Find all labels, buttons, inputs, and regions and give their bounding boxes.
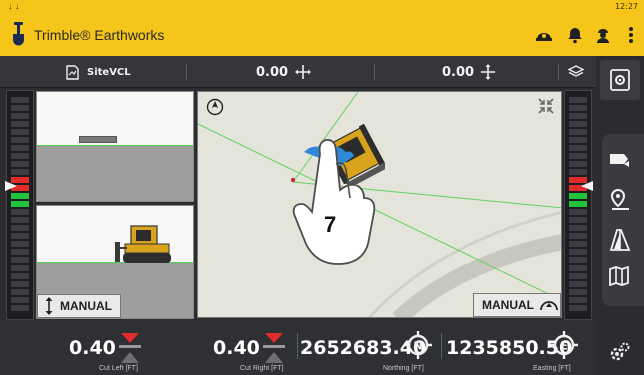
download-indicator-icon: ↓ ↓ bbox=[8, 1, 20, 11]
divider bbox=[441, 333, 442, 359]
app-bar: Trimble® Earthworks bbox=[0, 14, 644, 56]
north-compass-icon[interactable] bbox=[206, 98, 224, 116]
divider bbox=[186, 64, 187, 80]
lightbar-on-grade-segment bbox=[569, 201, 587, 207]
app-title: Trimble® Earthworks bbox=[34, 27, 165, 43]
design-selector[interactable]: SiteVCL bbox=[66, 56, 131, 88]
gesture-count: 7 bbox=[324, 212, 336, 237]
road-icon bbox=[609, 229, 631, 251]
cross-slope-value: 0.00 bbox=[256, 64, 289, 80]
view-toggle-button[interactable] bbox=[600, 140, 640, 180]
cut-left-value: 0.40 bbox=[69, 337, 116, 359]
overflow-menu-icon[interactable] bbox=[622, 26, 640, 44]
lightbar-on-grade-segment bbox=[11, 201, 29, 207]
layers-button[interactable] bbox=[568, 56, 584, 88]
helmet-icon[interactable] bbox=[535, 26, 553, 44]
divider bbox=[374, 64, 375, 80]
readout-bar: 0.40 Cut Left [FT] 0.40 Cut Right [FT] 2… bbox=[0, 320, 596, 375]
plan-view-mode-label: MANUAL bbox=[482, 298, 534, 312]
lightbar-on-grade-segment bbox=[11, 193, 29, 199]
cut-right-indicator-icon bbox=[263, 333, 285, 363]
settings-panel-button[interactable] bbox=[600, 60, 640, 100]
lightbar-pointer-icon bbox=[5, 181, 17, 191]
cut-right-label: Cut Right [FT] bbox=[240, 365, 284, 372]
cut-left-indicator-icon bbox=[119, 333, 141, 363]
view-toggle-icon bbox=[610, 154, 629, 167]
operator-icon[interactable] bbox=[594, 26, 612, 44]
clock: 12:27 bbox=[614, 2, 638, 11]
cross-slope-readout[interactable]: 0.00 bbox=[256, 56, 312, 88]
right-tool-rail bbox=[596, 56, 644, 375]
point-nav-button[interactable] bbox=[600, 180, 640, 220]
bell-icon[interactable] bbox=[566, 26, 584, 44]
northing-label: Northing [FT] bbox=[383, 365, 424, 372]
main-fall-icon bbox=[481, 64, 496, 80]
design-file-icon bbox=[66, 64, 79, 80]
easting-badge: E bbox=[560, 340, 568, 353]
collapse-view-icon[interactable] bbox=[538, 98, 554, 114]
plan-view-map[interactable]: 7 MANUAL bbox=[197, 91, 562, 318]
northing-compass-icon: N bbox=[404, 331, 432, 359]
left-guidance-lightbar bbox=[5, 90, 34, 320]
easting-label: Easting [FT] bbox=[533, 365, 571, 372]
lightbar-on-grade-segment bbox=[569, 193, 587, 199]
hand-gesture-icon: 7 bbox=[292, 139, 376, 265]
map-button[interactable] bbox=[600, 256, 640, 296]
right-guidance-lightbar bbox=[564, 90, 593, 320]
system-status-bar: ↓ ↓ 12:27 bbox=[0, 0, 644, 14]
point-nav-icon bbox=[610, 188, 629, 210]
design-name: SiteVCL bbox=[87, 66, 131, 78]
profile-view[interactable] bbox=[36, 91, 194, 202]
road-button[interactable] bbox=[600, 220, 640, 260]
side-view-mode-badge[interactable]: MANUAL bbox=[37, 294, 121, 318]
map-icon bbox=[609, 266, 629, 286]
trimble-shovel-logo-icon bbox=[13, 22, 24, 46]
cross-section-view[interactable]: MANUAL bbox=[36, 205, 194, 319]
layers-icon bbox=[568, 65, 584, 77]
divider bbox=[558, 64, 559, 80]
divider bbox=[297, 333, 298, 359]
vertical-arrows-icon bbox=[45, 297, 53, 315]
main-fall-readout[interactable]: 0.00 bbox=[442, 56, 496, 88]
cross-slope-icon bbox=[295, 65, 312, 79]
machine-settings-icon bbox=[610, 342, 630, 361]
cut-right-value: 0.40 bbox=[213, 337, 260, 359]
settings-panel-icon bbox=[610, 69, 630, 91]
northing-badge: N bbox=[413, 340, 422, 353]
lightbar-pointer-icon bbox=[581, 181, 593, 191]
cut-left-label: Cut Left [FT] bbox=[99, 365, 138, 372]
easting-compass-icon: E bbox=[550, 331, 578, 359]
main-fall-value: 0.00 bbox=[442, 64, 475, 80]
machine-settings-button[interactable] bbox=[600, 332, 640, 372]
ground-profile bbox=[37, 145, 193, 201]
side-view-mode-label: MANUAL bbox=[60, 299, 112, 313]
info-bar: SiteVCL 0.00 0.00 bbox=[0, 56, 596, 88]
dozer-side-icon bbox=[115, 225, 171, 263]
plan-view-mode-badge[interactable]: MANUAL bbox=[473, 293, 561, 317]
auto-mode-icon bbox=[540, 301, 558, 311]
blade-profile-marker bbox=[79, 136, 117, 143]
